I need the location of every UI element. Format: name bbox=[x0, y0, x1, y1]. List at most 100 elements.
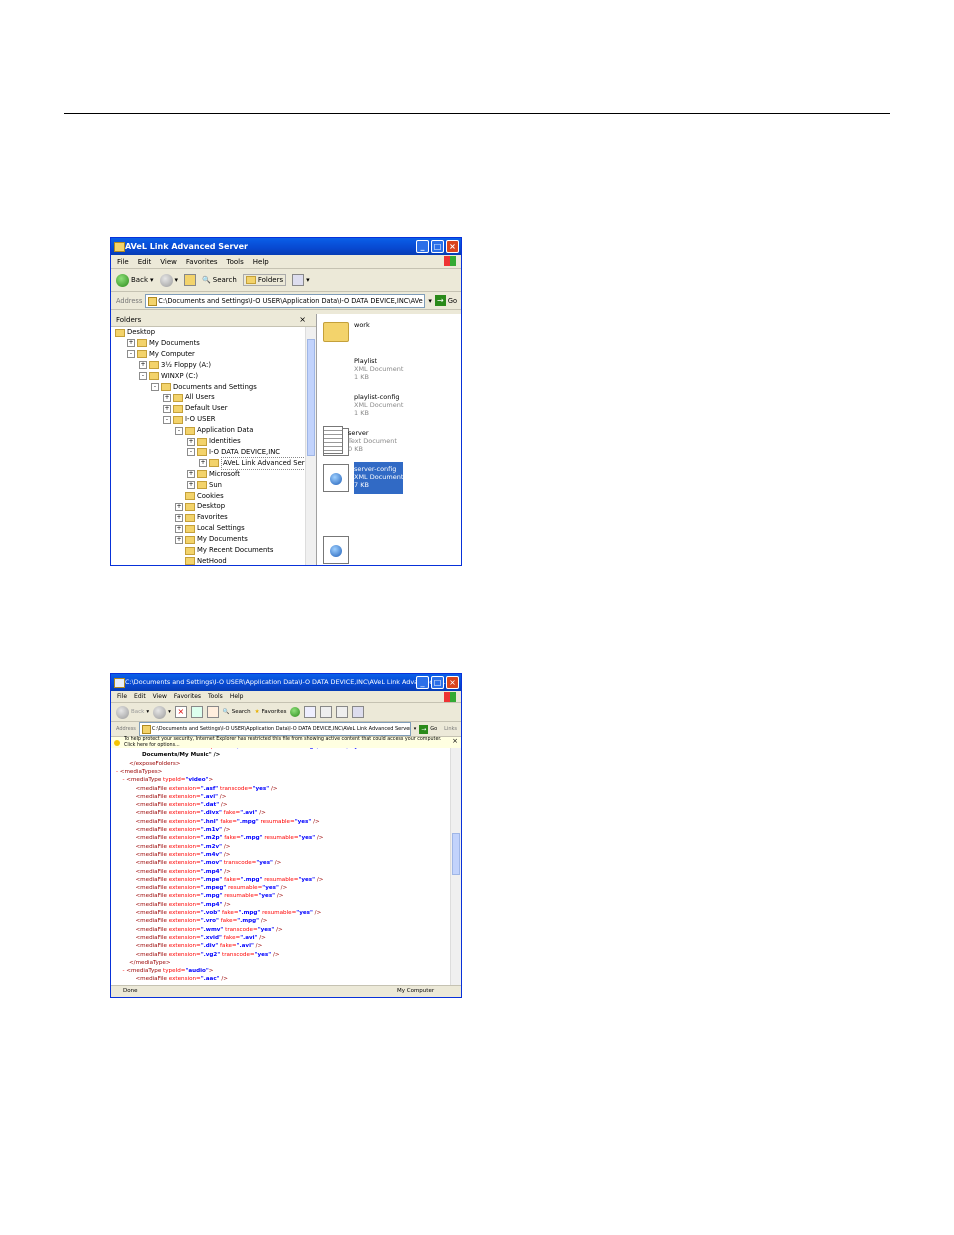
search-button[interactable]: 🔍 Search bbox=[202, 276, 237, 284]
home-icon[interactable] bbox=[206, 706, 219, 718]
print-icon[interactable] bbox=[320, 706, 333, 718]
expander-icon[interactable]: + bbox=[175, 535, 183, 544]
expander-icon[interactable]: - bbox=[187, 448, 195, 457]
tree-item[interactable]: + AVeL Link Advanced Server bbox=[199, 456, 316, 470]
expander-icon[interactable]: - bbox=[151, 383, 159, 391]
scrollbar-thumb[interactable] bbox=[452, 833, 460, 875]
menu-item-tools[interactable]: Tools bbox=[227, 258, 244, 266]
menu-item-file[interactable]: File bbox=[117, 693, 127, 700]
expander-icon[interactable]: + bbox=[187, 470, 195, 479]
expander-icon[interactable]: + bbox=[139, 361, 147, 370]
favorites-button[interactable]: ★ Favorites bbox=[255, 709, 287, 715]
minimize-button[interactable]: _ bbox=[416, 240, 429, 253]
expander-icon[interactable]: - bbox=[175, 426, 183, 435]
menu-item-favorites[interactable]: Favorites bbox=[174, 693, 201, 700]
folders-button[interactable]: Folders bbox=[242, 274, 287, 286]
tree-item[interactable]: + Sun bbox=[187, 480, 222, 491]
menu-item-view[interactable]: View bbox=[160, 258, 177, 266]
expander-icon[interactable]: + bbox=[187, 437, 195, 446]
xml-attr-value: ".mp4" bbox=[200, 901, 223, 908]
menu-item-view[interactable]: View bbox=[153, 693, 167, 700]
tree-item[interactable]: + Microsoft bbox=[187, 469, 240, 480]
tree-item[interactable]: + All Users bbox=[163, 392, 215, 403]
address-input[interactable]: C:\Documents and Settings\I-O USER\Appli… bbox=[138, 722, 411, 736]
maximize-button[interactable]: □ bbox=[431, 676, 444, 689]
menu-item-edit[interactable]: Edit bbox=[134, 693, 146, 700]
tree-item[interactable]: + Desktop bbox=[175, 501, 225, 512]
forward-button[interactable]: ▾ bbox=[153, 705, 171, 719]
expander-icon[interactable]: + bbox=[175, 524, 183, 533]
close-button[interactable]: × bbox=[446, 676, 459, 689]
address-dropdown-icon[interactable]: ▾ bbox=[414, 726, 417, 732]
tree-item[interactable]: My Recent Documents bbox=[175, 545, 273, 556]
xml-attr-value: ".asf" bbox=[200, 785, 219, 792]
file-item[interactable]: work bbox=[323, 318, 370, 350]
file-item[interactable]: server Text Document 0 KB bbox=[323, 426, 397, 458]
forward-button[interactable]: ▾ bbox=[159, 273, 178, 287]
expander-icon[interactable]: + bbox=[175, 513, 183, 522]
title-bar[interactable]: AVeL Link Advanced Server _ □ × bbox=[111, 238, 461, 255]
expander-icon[interactable]: - bbox=[163, 415, 171, 424]
views-button[interactable]: ▾ bbox=[292, 274, 310, 286]
tree-item[interactable]: - I-O USER bbox=[163, 414, 215, 425]
back-button[interactable]: Back ▾ bbox=[116, 273, 154, 287]
menu-item-tools[interactable]: Tools bbox=[208, 693, 223, 700]
scrollbar-thumb[interactable] bbox=[307, 339, 315, 456]
expander-icon[interactable]: - bbox=[139, 372, 147, 381]
tree-item[interactable]: + My Documents bbox=[127, 338, 200, 349]
file-item[interactable]: Playlist XML Document 1 KB bbox=[323, 354, 403, 456]
expander-icon[interactable]: - bbox=[127, 350, 135, 359]
tree-item[interactable]: Desktop bbox=[115, 327, 155, 338]
stop-icon[interactable]: × bbox=[174, 706, 187, 718]
menu-item-edit[interactable]: Edit bbox=[138, 258, 152, 266]
back-button[interactable]: Back ▾ bbox=[116, 705, 149, 719]
expander-icon[interactable]: + bbox=[127, 339, 135, 348]
menu-item-help[interactable]: Help bbox=[230, 693, 244, 700]
maximize-button[interactable]: □ bbox=[431, 240, 444, 253]
file-item[interactable]: server-config XML Document 7 KB bbox=[323, 462, 404, 564]
go-button[interactable]: → Go bbox=[434, 295, 461, 306]
expander-icon[interactable]: + bbox=[163, 404, 171, 413]
file-item[interactable]: playlist-config XML Document 1 KB bbox=[323, 390, 403, 492]
menu-item-help[interactable]: Help bbox=[253, 258, 269, 266]
tree-item[interactable]: - Application Data bbox=[175, 425, 253, 436]
tree-item[interactable]: - Documents and Settings bbox=[151, 382, 257, 393]
tree-item[interactable]: + Local Settings bbox=[175, 523, 245, 534]
mail-icon[interactable] bbox=[304, 706, 317, 718]
links-button[interactable]: Links bbox=[444, 726, 461, 732]
close-button[interactable]: × bbox=[446, 240, 459, 253]
history-icon[interactable] bbox=[290, 707, 301, 717]
xml-attr-name: extension= bbox=[166, 893, 201, 900]
xml-attr-name: transcode= bbox=[223, 926, 258, 933]
tree-item[interactable]: NetHood bbox=[175, 556, 227, 565]
address-input[interactable]: C:\Documents and Settings\I-O USER\Appli… bbox=[145, 293, 426, 308]
menu-item-favorites[interactable]: Favorites bbox=[186, 258, 218, 266]
address-dropdown-icon[interactable]: ▾ bbox=[428, 297, 432, 305]
close-pane-icon[interactable]: × bbox=[299, 314, 306, 326]
tree-item[interactable]: + Default User bbox=[163, 403, 228, 414]
up-folder-icon[interactable] bbox=[184, 274, 197, 286]
expander-icon[interactable]: + bbox=[199, 459, 207, 468]
tree-item[interactable]: - WINXP (C:) bbox=[139, 371, 198, 382]
menu-item-file[interactable]: File bbox=[117, 258, 129, 266]
content-scrollbar[interactable] bbox=[450, 748, 461, 986]
minimize-button[interactable]: _ bbox=[416, 676, 429, 689]
folders-scrollbar[interactable] bbox=[305, 327, 316, 565]
tree-item[interactable]: + Identities bbox=[187, 436, 241, 447]
tree-item[interactable]: + My Documents bbox=[175, 534, 248, 545]
title-bar[interactable]: C:\Documents and Settings\I-O USER\Appli… bbox=[111, 674, 461, 691]
expander-icon[interactable]: + bbox=[163, 393, 171, 402]
tree-item[interactable]: Cookies bbox=[175, 491, 224, 502]
search-button[interactable]: 🔍 Search bbox=[223, 709, 251, 715]
refresh-icon[interactable] bbox=[190, 706, 203, 718]
expander-icon[interactable]: + bbox=[175, 502, 183, 511]
expander-icon[interactable]: + bbox=[187, 481, 195, 490]
go-button[interactable]: → Go bbox=[419, 724, 441, 734]
edit-icon[interactable] bbox=[336, 706, 349, 718]
close-infobar-icon[interactable]: × bbox=[452, 738, 458, 745]
tree-item[interactable]: - My Computer bbox=[127, 349, 195, 360]
messenger-icon[interactable] bbox=[352, 706, 365, 718]
tree-item[interactable]: + Favorites bbox=[175, 512, 228, 523]
address-bar: Address C:\Documents and Settings\I-O US… bbox=[111, 722, 461, 737]
tree-item[interactable]: +3½ Floppy (A:) bbox=[139, 360, 211, 371]
